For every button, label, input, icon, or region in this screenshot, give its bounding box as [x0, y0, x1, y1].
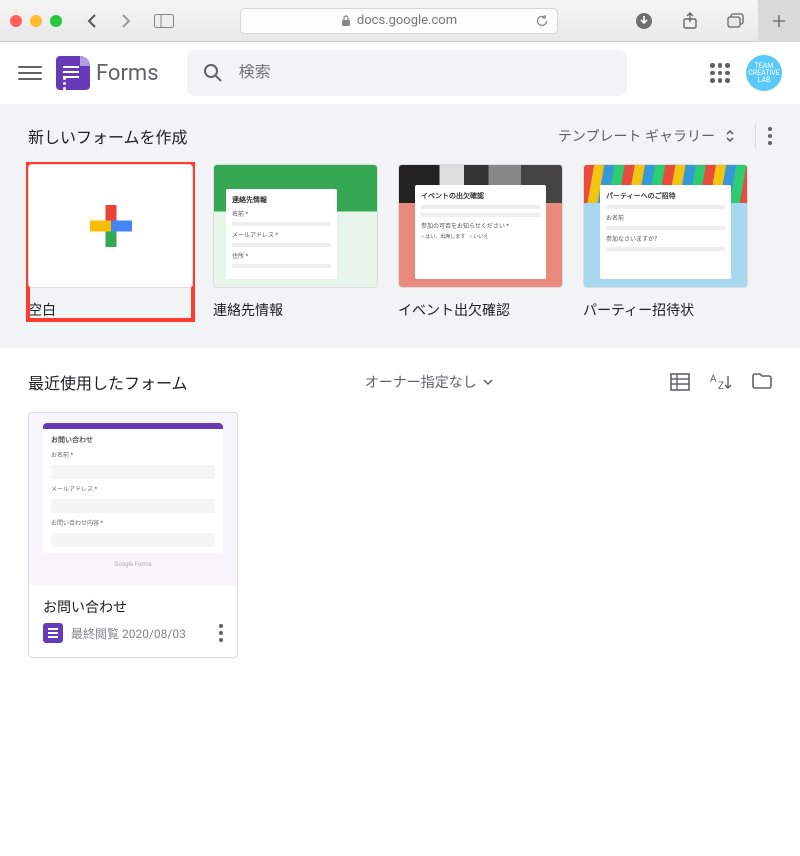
share-button[interactable]	[674, 8, 706, 34]
url-text: docs.google.com	[357, 13, 457, 28]
minimize-window-button[interactable]	[30, 15, 42, 27]
recent-section: 最近使用したフォーム オーナー指定なし AZ お問い合わせ お名前 * メールア…	[0, 348, 800, 680]
recent-card-more-button[interactable]	[219, 624, 223, 642]
templates-more-button[interactable]	[768, 127, 772, 145]
template-thumbnail: 連絡先情報名前 *メールアドレス *住所 *	[213, 164, 378, 288]
template-label: イベント出欠確認	[398, 300, 563, 320]
template-thumbnail: イベントの出欠確認参加の可否をお知らせください *○ はい、出席します ○ いい…	[398, 164, 563, 288]
template-blank[interactable]: 空白	[28, 164, 193, 320]
template-gallery-toggle[interactable]: テンプレート ギャラリー	[550, 122, 743, 150]
template-event-rsvp[interactable]: イベントの出欠確認参加の可否をお知らせください *○ はい、出席します ○ いい…	[398, 164, 563, 320]
forms-icon	[56, 56, 90, 90]
downloads-button[interactable]	[628, 8, 660, 34]
templates-heading: 新しいフォームを作成	[28, 124, 188, 148]
template-label: パーティー招待状	[583, 300, 748, 320]
app-name: Forms	[96, 61, 159, 86]
browser-actions	[628, 8, 752, 34]
recent-form-date: 最終閲覧 2020/08/03	[71, 625, 186, 642]
window-controls	[10, 15, 62, 27]
address-bar[interactable]: docs.google.com	[240, 8, 558, 34]
owner-filter-label: オーナー指定なし	[365, 372, 477, 392]
tabs-button[interactable]	[720, 8, 752, 34]
recent-form-card[interactable]: お問い合わせ お名前 * メールアドレス * お問い合わせ内容 * Google…	[28, 412, 238, 658]
forward-button[interactable]	[110, 8, 142, 34]
template-party-invite[interactable]: パーティーへのご招待お名前参加なさいますか？ パーティー招待状	[583, 164, 748, 320]
fullscreen-window-button[interactable]	[50, 15, 62, 27]
open-folder-button[interactable]	[752, 373, 772, 391]
sort-button[interactable]: AZ	[710, 373, 732, 391]
recent-heading: 最近使用したフォーム	[28, 370, 188, 394]
search-bar[interactable]	[187, 50, 627, 96]
template-thumbnail: パーティーへのご招待お名前参加なさいますか？	[583, 164, 748, 288]
templates-section: 新しいフォームを作成 テンプレート ギャラリー 空白 連絡先情報名前 *メールア…	[0, 104, 800, 348]
account-avatar[interactable]: TEAM CREATIVE LAB	[746, 55, 782, 91]
main-menu-button[interactable]	[18, 61, 42, 85]
owner-filter-dropdown[interactable]: オーナー指定なし	[365, 372, 493, 392]
template-label: 空白	[28, 300, 193, 320]
close-window-button[interactable]	[10, 15, 22, 27]
svg-text:A: A	[710, 374, 717, 385]
google-apps-button[interactable]	[710, 63, 730, 83]
blank-thumbnail	[28, 164, 193, 288]
expand-icon	[725, 129, 735, 143]
back-button[interactable]	[76, 8, 108, 34]
chevron-down-icon	[483, 379, 493, 385]
forms-file-icon	[43, 623, 63, 643]
list-view-button[interactable]	[670, 373, 690, 391]
sidebar-toggle-button[interactable]	[148, 8, 180, 34]
lock-icon	[341, 15, 351, 27]
search-input[interactable]	[239, 64, 611, 82]
nav-arrows	[76, 8, 142, 34]
browser-toolbar: docs.google.com	[0, 0, 800, 42]
forms-logo[interactable]: Forms	[56, 56, 159, 90]
search-icon	[203, 63, 223, 83]
template-contact-info[interactable]: 連絡先情報名前 *メールアドレス *住所 * 連絡先情報	[213, 164, 378, 320]
app-header: Forms TEAM CREATIVE LAB	[0, 42, 800, 104]
svg-text:Z: Z	[718, 381, 724, 391]
gallery-label: テンプレート ギャラリー	[558, 126, 715, 146]
recent-thumbnail: お問い合わせ お名前 * メールアドレス * お問い合わせ内容 * Google…	[29, 413, 237, 585]
new-tab-button[interactable]	[758, 0, 800, 42]
recent-form-name: お問い合わせ	[43, 597, 223, 617]
template-label: 連絡先情報	[213, 300, 378, 320]
reload-button[interactable]	[535, 14, 549, 28]
